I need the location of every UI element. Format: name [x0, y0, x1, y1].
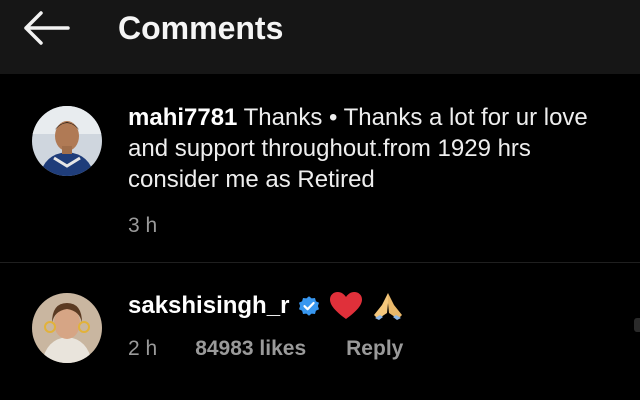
top-bar: Comments — [0, 0, 640, 74]
comment-time: 3 h — [128, 214, 158, 237]
avatar[interactable] — [32, 293, 102, 363]
avatar[interactable] — [32, 106, 102, 176]
comment-text: mahi7781 Thanks • Thanks a lot for ur lo… — [128, 102, 608, 195]
scroll-edge — [634, 318, 640, 332]
comment-time: 2 h — [128, 337, 158, 360]
page-title: Comments — [118, 10, 284, 46]
likes-count[interactable]: 84983 likes — [195, 337, 306, 361]
verified-badge-icon — [297, 294, 321, 318]
heart-icon — [329, 291, 363, 321]
comment-item: mahi7781 Thanks • Thanks a lot for ur lo… — [0, 74, 640, 262]
arrow-left-icon — [24, 11, 70, 45]
back-button[interactable] — [18, 8, 74, 48]
reply-button[interactable]: Reply — [346, 337, 403, 361]
comment-username[interactable]: mahi7781 — [128, 104, 237, 131]
comment-meta: 2 h 84983 likes Reply — [128, 337, 403, 361]
folded-hands-icon — [371, 291, 405, 321]
comment-text: sakshisingh_r — [128, 290, 608, 321]
comment-username[interactable]: sakshisingh_r — [128, 290, 289, 321]
comment-item: sakshisingh_r 2 h 84983 likes Reply — [0, 263, 640, 400]
comment-meta: 3 h — [128, 214, 157, 238]
